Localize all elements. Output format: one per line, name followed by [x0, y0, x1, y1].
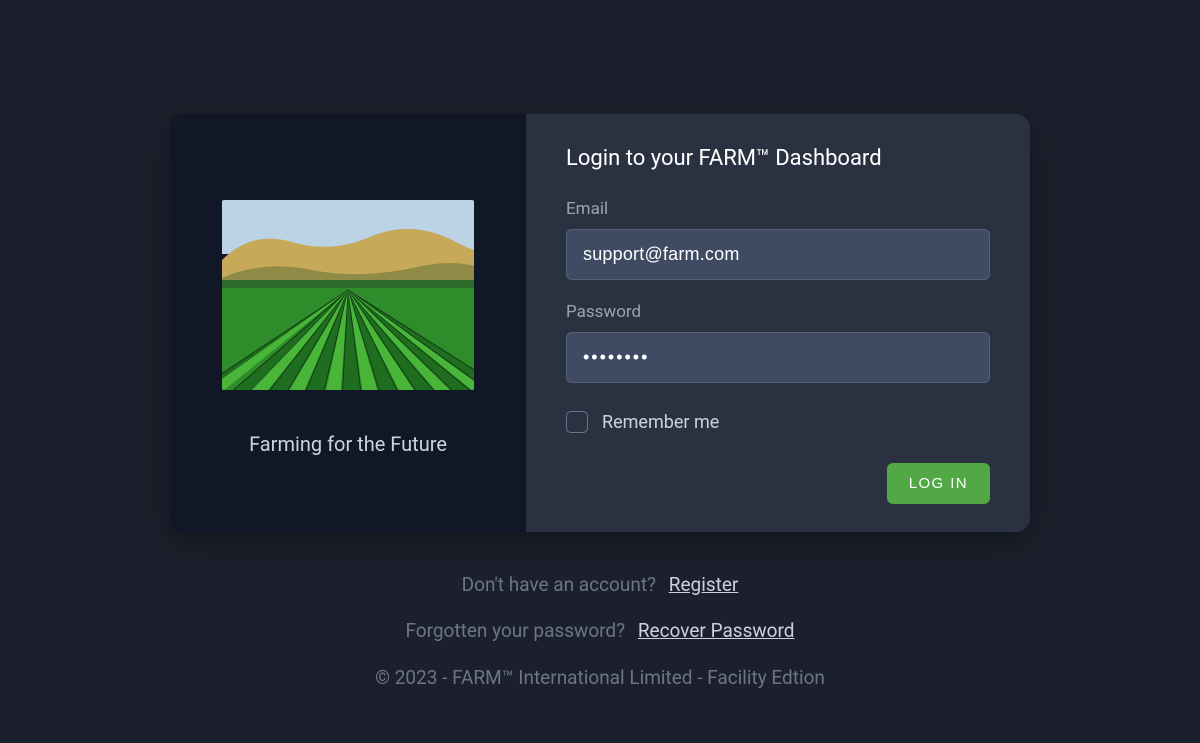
remember-me-label[interactable]: Remember me [602, 412, 719, 433]
register-prompt: Don't have an account? [462, 573, 656, 596]
tagline-text: Farming for the Future [249, 432, 447, 456]
password-input[interactable] [566, 332, 990, 383]
login-button[interactable]: LOG IN [887, 463, 990, 504]
remember-me-checkbox[interactable] [566, 411, 588, 433]
login-card: Farming for the Future Login to your FAR… [170, 114, 1030, 532]
copyright-text: © 2023 - FARM™ International Limited - F… [170, 663, 1030, 693]
form-title: Login to your FARM™ Dashboard [566, 146, 990, 171]
footer: Don't have an account? Register Forgotte… [170, 570, 1030, 709]
email-label: Email [566, 199, 990, 219]
email-input[interactable] [566, 229, 990, 280]
farm-field-image [222, 200, 474, 390]
login-form-panel: Login to your FARM™ Dashboard Email Pass… [526, 114, 1030, 532]
remember-me-row: Remember me [566, 411, 990, 433]
register-link[interactable]: Register [669, 573, 739, 596]
recover-prompt: Forgotten your password? [405, 619, 625, 642]
hero-panel: Farming for the Future [170, 114, 526, 532]
password-label: Password [566, 302, 990, 322]
recover-password-link[interactable]: Recover Password [638, 619, 795, 642]
